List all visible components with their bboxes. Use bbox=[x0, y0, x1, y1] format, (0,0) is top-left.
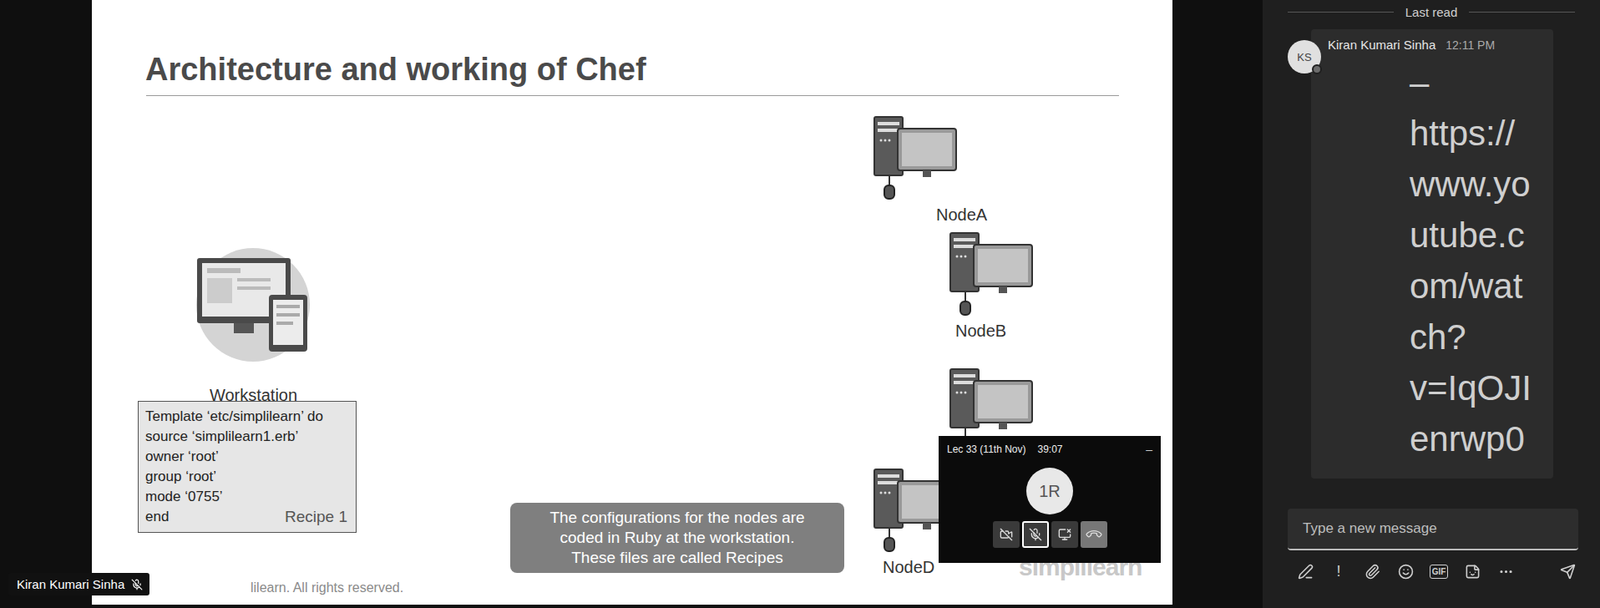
chat-message: KS Kiran Kumari Sinha 12:11 PM –https://www… bbox=[1262, 19, 1600, 479]
caption: The configurations for the nodes arecode… bbox=[510, 502, 845, 573]
recipe-line: source ‘simplilearn1.erb’ bbox=[145, 426, 350, 447]
presenter-badge: Kiran Kumari Sinha bbox=[8, 572, 150, 596]
format-icon bbox=[1297, 563, 1314, 580]
meeting-window: Architecture and working of Chef Workstat… bbox=[0, 0, 1600, 608]
sticker-icon bbox=[1464, 563, 1481, 580]
node: NodeB bbox=[948, 231, 1036, 341]
more-icon bbox=[1498, 563, 1514, 580]
slide-title: Architecture and working of Chef bbox=[91, 0, 1173, 89]
workstation-icon bbox=[193, 248, 314, 363]
stop-share-icon bbox=[1058, 527, 1072, 542]
video-off-button[interactable] bbox=[992, 521, 1020, 548]
compose-toolbar: ! GIF bbox=[1262, 550, 1600, 583]
minimize-button[interactable]: – bbox=[1145, 442, 1153, 456]
video-off-icon bbox=[999, 527, 1013, 542]
sticker-button[interactable] bbox=[1461, 560, 1484, 583]
title-rule bbox=[146, 95, 1119, 97]
gif-icon: GIF bbox=[1429, 564, 1449, 579]
workstation: Workstation bbox=[193, 248, 314, 406]
send-icon bbox=[1559, 563, 1576, 580]
gif-button[interactable]: GIF bbox=[1427, 560, 1450, 583]
participant-avatar: 1R bbox=[1026, 467, 1074, 515]
paperclip-icon bbox=[1364, 563, 1381, 580]
hangup-button[interactable] bbox=[1080, 521, 1108, 548]
caption-line: The configurations for the nodes are bbox=[516, 507, 838, 528]
node-label: NodeA bbox=[936, 205, 988, 225]
mic-off-icon bbox=[131, 578, 143, 591]
recipe-line: mode ‘0755’ bbox=[145, 486, 350, 507]
recipe-label: Recipe 1 bbox=[284, 506, 348, 527]
mic-off-icon bbox=[1028, 527, 1043, 542]
priority-icon: ! bbox=[1336, 562, 1341, 581]
chat-panel: Last read KS Kiran Kumari Sinha 12:11 PM –ht… bbox=[1262, 0, 1600, 608]
format-button[interactable] bbox=[1294, 560, 1317, 583]
node: NodeA bbox=[872, 115, 988, 225]
recipe-box: Template ‘etc/simplilearn’ dosource ‘sim… bbox=[137, 400, 357, 533]
emoji-button[interactable] bbox=[1394, 560, 1417, 583]
more-button[interactable] bbox=[1494, 560, 1517, 583]
call-title: Lec 33 (11th Nov) bbox=[946, 443, 1027, 456]
computer-icon bbox=[872, 115, 960, 203]
hang-up-icon bbox=[1083, 525, 1104, 545]
recipe-line: Template ‘etc/simplilearn’ do bbox=[145, 406, 350, 427]
caption-line: These files are called Recipes bbox=[516, 547, 838, 568]
emoji-icon bbox=[1397, 563, 1414, 580]
message-time: 12:11 PM bbox=[1445, 38, 1495, 52]
mic-button[interactable] bbox=[1022, 521, 1049, 548]
recipe-line: group ‘root’ bbox=[145, 466, 350, 487]
send-button[interactable] bbox=[1556, 560, 1579, 583]
message-author: Kiran Kumari Sinha bbox=[1327, 37, 1436, 52]
recipe-line: owner ‘root’ bbox=[145, 446, 350, 467]
computer-icon bbox=[948, 231, 1036, 319]
status-dot bbox=[1311, 64, 1322, 75]
priority-button[interactable]: ! bbox=[1327, 560, 1350, 583]
attach-button[interactable] bbox=[1361, 560, 1383, 583]
message-bubble: Kiran Kumari Sinha 12:11 PM –https://www.y… bbox=[1311, 29, 1554, 479]
caption-line: coded in Ruby at the workstation. bbox=[516, 527, 838, 548]
recipe: Template ‘etc/simplilearn’ dosource ‘sim… bbox=[137, 400, 357, 533]
last-read-divider: Last read bbox=[1262, 5, 1600, 20]
node-label: NodeB bbox=[955, 321, 1036, 341]
footer: lilearn. All rights reserved. bbox=[250, 580, 404, 596]
message-input[interactable]: Type a new message bbox=[1287, 508, 1579, 551]
avatar: KS bbox=[1287, 40, 1322, 74]
call-popup: Lec 33 (11th Nov) 39:07 – 1R bbox=[938, 435, 1161, 563]
share-button[interactable] bbox=[1051, 521, 1079, 548]
call-duration: 39:07 bbox=[1037, 443, 1064, 456]
message-link[interactable]: –https://www.youtube.com/watch?v=IqOJIen… bbox=[1409, 56, 1544, 465]
